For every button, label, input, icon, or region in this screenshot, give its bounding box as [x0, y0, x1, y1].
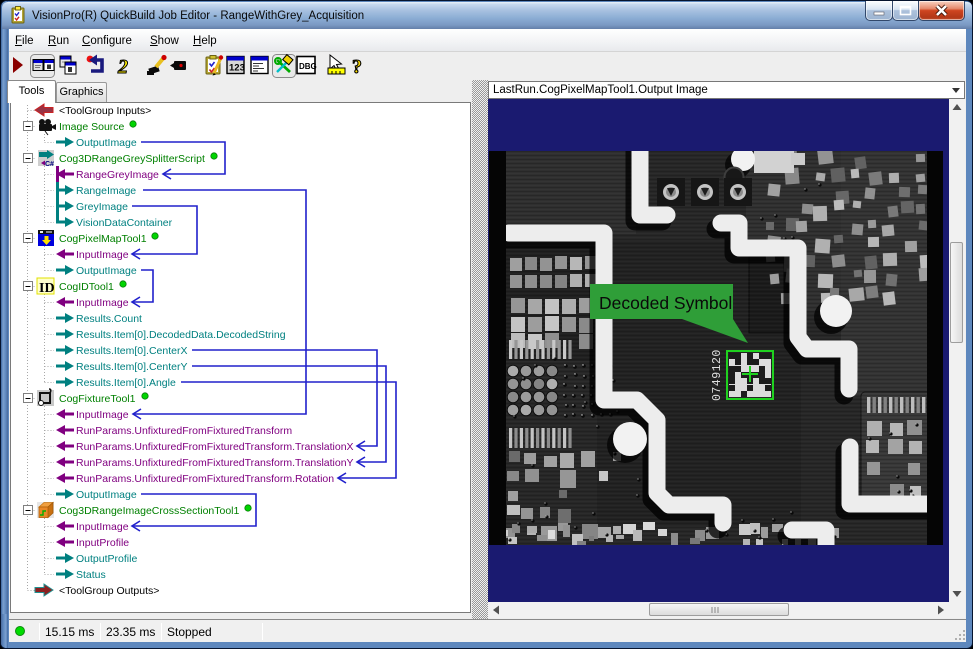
- svg-text:InputImage: InputImage: [76, 249, 129, 261]
- svg-text:CogPixelMapTool1: CogPixelMapTool1: [59, 233, 147, 245]
- svg-text:OutputImage: OutputImage: [76, 137, 137, 149]
- svg-text:DBG: DBG: [299, 62, 317, 71]
- svg-text:InputImage: InputImage: [76, 297, 129, 309]
- svg-text:C#: C#: [45, 161, 54, 168]
- svg-text:CogFixtureTool1: CogFixtureTool1: [59, 393, 136, 405]
- svg-text:GreyImage: GreyImage: [76, 201, 128, 213]
- svg-text:<ToolGroup Inputs>: <ToolGroup Inputs>: [59, 105, 151, 117]
- svg-text:Results.Item[0].CenterY: Results.Item[0].CenterY: [76, 361, 187, 373]
- svg-text:Results.Item[0].DecodedData.De: Results.Item[0].DecodedData.DecodedStrin…: [76, 329, 286, 341]
- svg-text:RunParams.UnfixturedFromFixtur: RunParams.UnfixturedFromFixturedTransfor…: [76, 425, 292, 437]
- svg-text:0749120: 0749120: [711, 349, 724, 401]
- svg-text:InputImage: InputImage: [76, 521, 129, 533]
- svg-text:VisionDataContainer: VisionDataContainer: [76, 217, 173, 229]
- svg-text:Decoded Symbol: Decoded Symbol: [599, 293, 732, 313]
- svg-text:Cog3DRangeGreySplitterScript: Cog3DRangeGreySplitterScript: [59, 153, 205, 165]
- svg-text:RunParams.UnfixturedFromFixtur: RunParams.UnfixturedFromFixturedTransfor…: [76, 473, 334, 485]
- svg-text:ID: ID: [39, 281, 55, 296]
- svg-text:RunParams.UnfixturedFromFixtur: RunParams.UnfixturedFromFixturedTransfor…: [76, 441, 354, 453]
- svg-text:CogIDTool1: CogIDTool1: [59, 281, 114, 293]
- svg-text:?: ?: [352, 56, 362, 78]
- svg-text:Results.Item[0].CenterX: Results.Item[0].CenterX: [76, 345, 187, 357]
- svg-text:Status: Status: [76, 569, 106, 581]
- svg-text:RangeGreyImage: RangeGreyImage: [76, 169, 159, 181]
- svg-text:RangeImage: RangeImage: [76, 185, 136, 197]
- svg-text:OutputImage: OutputImage: [76, 265, 137, 277]
- svg-text:2: 2: [117, 56, 128, 78]
- svg-text:Results.Count: Results.Count: [76, 313, 142, 325]
- svg-text:RunParams.UnfixturedFromFixtur: RunParams.UnfixturedFromFixturedTransfor…: [76, 457, 354, 469]
- svg-text:InputProfile: InputProfile: [76, 537, 129, 549]
- svg-text:OutputProfile: OutputProfile: [76, 553, 137, 565]
- svg-text:Cog3DRangeImageCrossSectionToo: Cog3DRangeImageCrossSectionTool1: [59, 505, 240, 517]
- svg-text:123: 123: [229, 63, 245, 74]
- svg-text:Results.Item[0].Angle: Results.Item[0].Angle: [76, 377, 176, 389]
- svg-text:InputImage: InputImage: [76, 409, 129, 421]
- svg-text:<ToolGroup Outputs>: <ToolGroup Outputs>: [59, 585, 159, 597]
- svg-text:Image Source: Image Source: [59, 121, 125, 133]
- svg-text:OutputImage: OutputImage: [76, 489, 137, 501]
